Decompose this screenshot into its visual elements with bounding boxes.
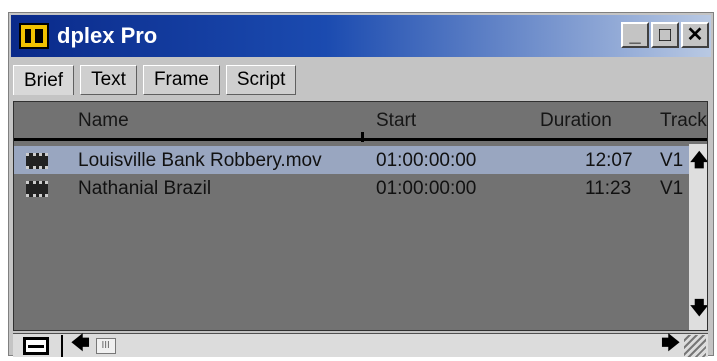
window-controls: _ □ ✕	[621, 22, 709, 48]
tab-brief[interactable]: Brief	[13, 65, 75, 95]
clip-list: Name Start Duration Track Louisville Ban…	[13, 101, 708, 331]
tab-frame[interactable]: Frame	[142, 65, 220, 95]
right-arrow-icon[interactable]: 🡆	[661, 331, 680, 361]
column-header: Name Start Duration Track	[14, 102, 707, 142]
tab-bar: Brief Text Frame Script	[13, 63, 302, 95]
vertical-scrollbar[interactable]: 🡅 🡇	[689, 144, 707, 330]
tab-text[interactable]: Text	[80, 65, 137, 95]
column-track[interactable]: Track	[660, 110, 707, 132]
minimize-button[interactable]: _	[621, 22, 649, 48]
divider	[61, 334, 63, 357]
window-title: dplex Pro	[57, 23, 158, 48]
table-row[interactable]: Louisville Bank Robbery.mov 01:00:00:00 …	[14, 146, 697, 174]
row-track: V1	[660, 150, 684, 171]
column-start[interactable]: Start	[376, 110, 416, 132]
close-button[interactable]: ✕	[681, 22, 709, 48]
row-start: 01:00:00:00	[376, 178, 477, 199]
film-clip-icon	[26, 153, 48, 169]
row-start: 01:00:00:00	[376, 150, 477, 171]
bottom-bar: 🡄 III 🡆	[13, 333, 708, 357]
tab-script[interactable]: Script	[225, 65, 297, 95]
maximize-button[interactable]: □	[651, 22, 679, 48]
title-bar[interactable]: dplex Pro _ □ ✕	[11, 15, 711, 57]
row-duration: 11:23	[585, 178, 632, 199]
column-name[interactable]: Name	[78, 110, 129, 132]
up-arrow-icon[interactable]: 🡅	[690, 148, 707, 178]
row-name: Nathanial Brazil	[78, 178, 212, 199]
horizontal-scroll-thumb[interactable]: III	[95, 337, 116, 354]
column-resize-handle[interactable]	[361, 132, 364, 142]
row-name: Louisville Bank Robbery.mov	[78, 150, 322, 171]
list-view-icon[interactable]	[23, 336, 49, 355]
row-track: V1	[660, 178, 684, 199]
table-row[interactable]: Nathanial Brazil 01:00:00:00 11:23 V1	[14, 174, 697, 202]
down-arrow-icon[interactable]: 🡇	[690, 296, 707, 326]
dplex-app-icon[interactable]	[19, 23, 49, 49]
resize-grip-icon[interactable]	[684, 335, 706, 357]
row-duration: 12:07	[585, 150, 633, 171]
column-duration[interactable]: Duration	[540, 110, 612, 132]
film-clip-icon	[26, 181, 48, 197]
left-arrow-icon[interactable]: 🡄	[71, 331, 90, 361]
app-window: dplex Pro _ □ ✕ Brief Text Frame Script …	[8, 12, 714, 357]
